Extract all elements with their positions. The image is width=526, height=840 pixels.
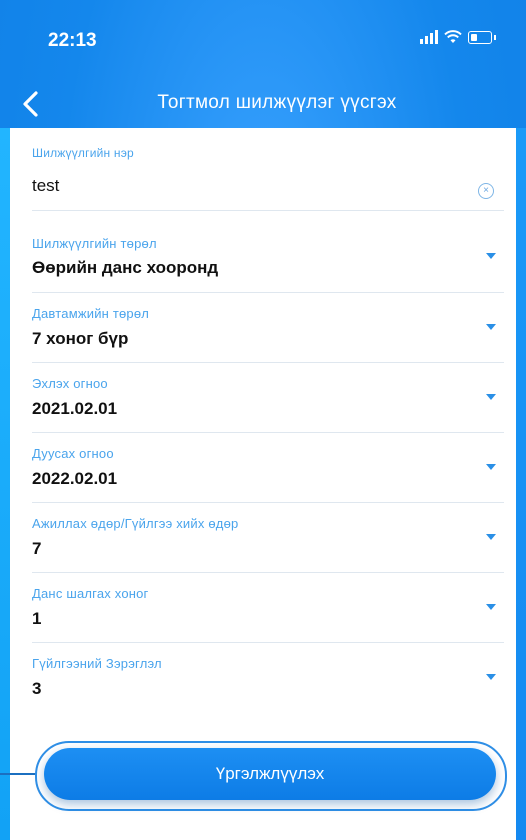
field-value: 3 bbox=[32, 679, 42, 698]
frequency-type-select[interactable]: Давтамжийн төрөл 7 хоног бүр bbox=[32, 292, 504, 363]
priority-select[interactable]: Гүйлгээний Зэрэглэл 3 bbox=[32, 642, 504, 712]
highlight-pointer bbox=[0, 773, 36, 775]
field-value: 2022.02.01 bbox=[32, 469, 118, 488]
field-label: Давтамжийн төрөл bbox=[32, 306, 150, 321]
continue-button[interactable]: Үргэлжлүүлэх bbox=[44, 748, 496, 800]
wifi-icon bbox=[444, 30, 462, 43]
field-value: 7 хоног бүр bbox=[32, 329, 129, 348]
check-days-select[interactable]: Данс шалгах хоног 1 bbox=[32, 572, 504, 643]
right-edge bbox=[516, 128, 526, 840]
battery-icon bbox=[468, 30, 492, 44]
end-date-select[interactable]: Дуусах огноо 2022.02.01 bbox=[32, 432, 504, 503]
transfer-name-field[interactable]: Шилжүүлгийн нэр test × bbox=[32, 140, 504, 211]
field-value: 7 bbox=[32, 539, 42, 558]
field-value: 1 bbox=[32, 609, 42, 628]
battery-tip bbox=[494, 34, 496, 40]
form-panel: Шилжүүлгийн нэр test × Шилжүүлгийн төрөл… bbox=[10, 128, 516, 840]
field-label: Шилжүүлгийн төрөл bbox=[32, 236, 157, 251]
page-title: Тогтмол шилжүүлэг үүсгэх bbox=[157, 92, 397, 113]
field-value: Өөрийн данс хооронд bbox=[32, 258, 219, 277]
left-edge bbox=[0, 128, 10, 840]
status-bar: 22:13 bbox=[0, 0, 526, 82]
field-label: Шилжүүлгийн нэр bbox=[32, 146, 134, 160]
field-value: 2021.02.01 bbox=[32, 399, 118, 418]
chevron-down-icon[interactable] bbox=[486, 253, 496, 259]
start-date-select[interactable]: Эхлэх огноо 2021.02.01 bbox=[32, 362, 504, 433]
nav-bar: Тогтмол шилжүүлэг үүсгэх bbox=[0, 82, 526, 128]
chevron-down-icon[interactable] bbox=[486, 674, 496, 680]
chevron-down-icon[interactable] bbox=[486, 324, 496, 330]
chevron-down-icon[interactable] bbox=[486, 604, 496, 610]
transfer-type-select[interactable]: Шилжүүлгийн төрөл Өөрийн данс хооронд bbox=[32, 224, 504, 293]
field-label: Гүйлгээний Зэрэглэл bbox=[32, 656, 162, 671]
signal-icon bbox=[420, 30, 438, 44]
chevron-down-icon[interactable] bbox=[486, 394, 496, 400]
field-label: Ажиллах өдөр/Гүйлгээ хийх өдөр bbox=[32, 516, 239, 531]
chevron-down-icon[interactable] bbox=[486, 534, 496, 540]
field-label: Данс шалгах хоног bbox=[32, 586, 149, 601]
transfer-name-input[interactable]: test bbox=[32, 176, 59, 196]
chevron-down-icon[interactable] bbox=[486, 464, 496, 470]
status-time: 22:13 bbox=[48, 30, 97, 51]
clear-icon[interactable]: × bbox=[478, 183, 494, 199]
field-label: Дуусах огноо bbox=[32, 446, 114, 461]
working-day-select[interactable]: Ажиллах өдөр/Гүйлгээ хийх өдөр 7 bbox=[32, 502, 504, 573]
field-label: Эхлэх огноо bbox=[32, 376, 108, 391]
status-icons bbox=[420, 30, 496, 44]
